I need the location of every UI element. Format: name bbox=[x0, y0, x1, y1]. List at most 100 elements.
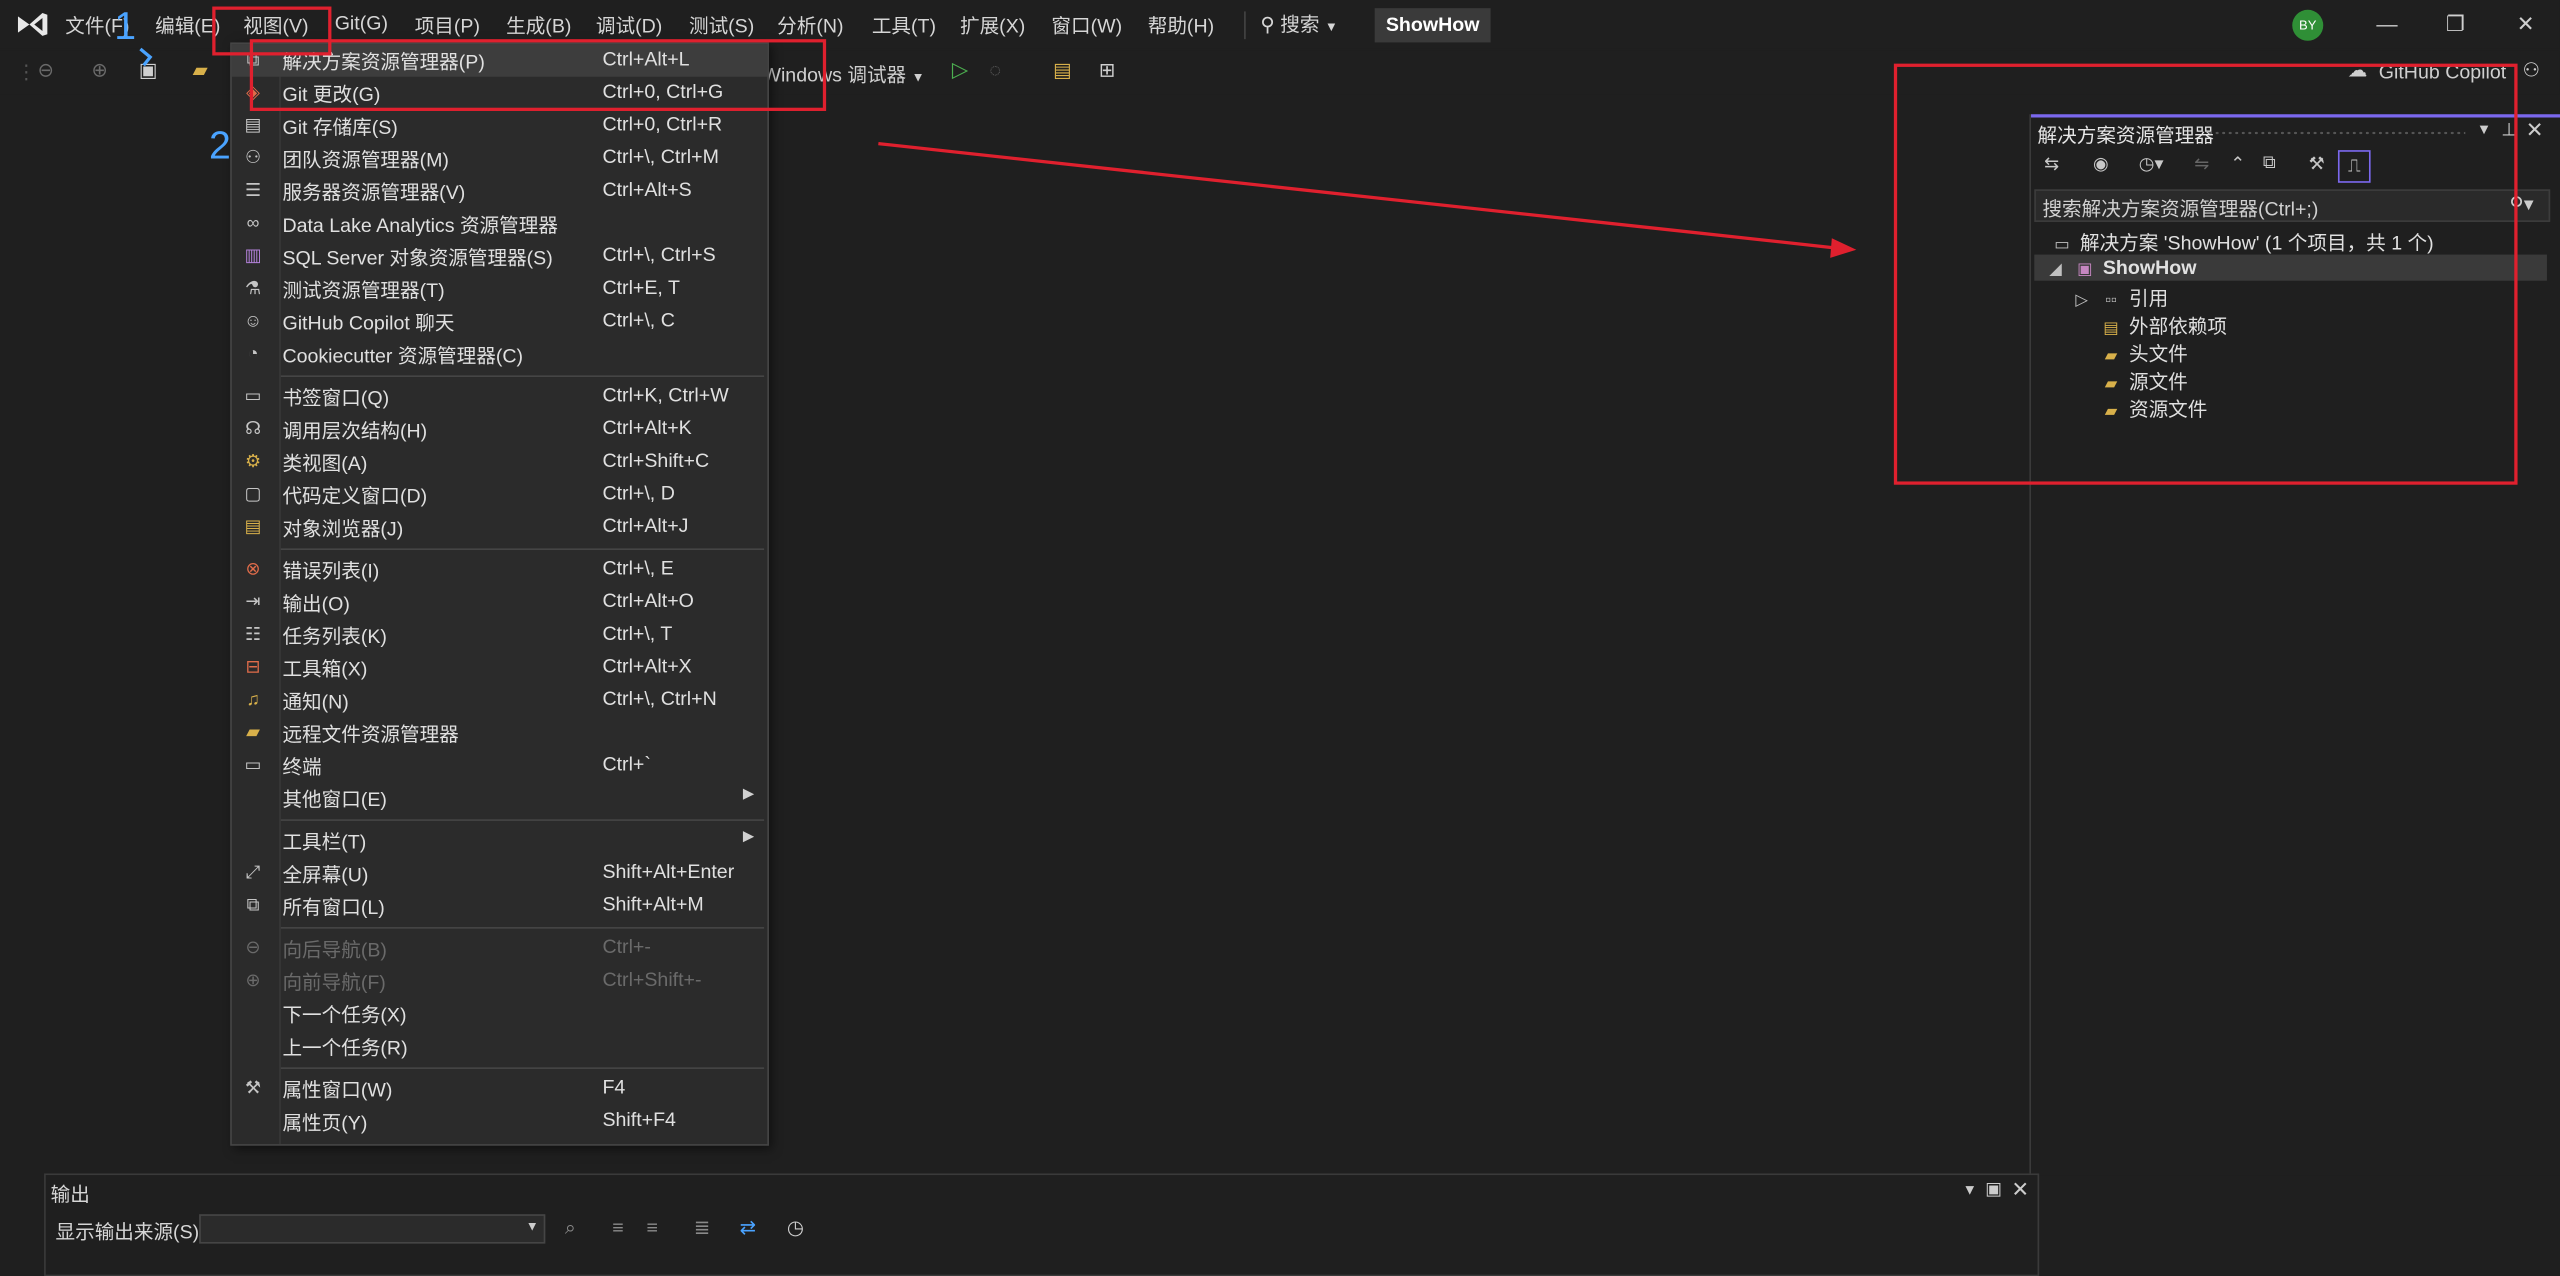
menu-item-error-list[interactable]: ⊗ 错误列表(I) Ctrl+\, E bbox=[232, 553, 768, 586]
toolbox-icon: ⊟ bbox=[245, 657, 261, 678]
forward-icon[interactable]: ⊕ bbox=[91, 59, 107, 82]
menu-build[interactable]: 生成(B) bbox=[506, 11, 571, 39]
menu-item-output[interactable]: ⇥ 输出(O) Ctrl+Alt+O bbox=[232, 586, 768, 619]
grip-icon: ⋮ bbox=[16, 60, 36, 84]
menu-item-shortcut: Ctrl+Shift+C bbox=[602, 448, 710, 472]
menu-separator bbox=[280, 548, 765, 551]
output-panel: 输出 ▼ ▣ ✕ 显示输出来源(S): ▼ ⌕ ≡ ≡ ≣ ⇄ ◷ bbox=[44, 1173, 2040, 1276]
menu-item-navigate-back: ⊖ 向后导航(B) Ctrl+- bbox=[232, 932, 768, 965]
menu-item-call-hierarchy[interactable]: ☊ 调用层次结构(H) Ctrl+Alt+K bbox=[232, 413, 768, 446]
clock-icon[interactable]: ◷ bbox=[787, 1216, 804, 1239]
minimize-icon[interactable]: — bbox=[2371, 11, 2404, 35]
open-folder-icon[interactable]: ▰ bbox=[193, 59, 208, 82]
word-wrap-icon[interactable]: ⇄ bbox=[740, 1216, 756, 1239]
menu-item-prev-task[interactable]: 上一个任务(R) bbox=[232, 1030, 768, 1063]
back-icon[interactable]: ⊖ bbox=[38, 59, 54, 82]
menu-item-shortcut: Ctrl+Alt+S bbox=[602, 177, 692, 201]
menu-item-label: 类视图(A) bbox=[282, 452, 368, 475]
menu-item-sql-server[interactable]: ▥ SQL Server 对象资源管理器(S) Ctrl+\, Ctrl+S bbox=[232, 240, 768, 273]
menu-item-label: 代码定义窗口(D) bbox=[282, 484, 428, 508]
feedback-icon[interactable]: ⚇ bbox=[2522, 59, 2540, 82]
folder-icon[interactable]: ▤ bbox=[1053, 59, 1072, 82]
menu-item-shortcut: Ctrl+Alt+J bbox=[602, 514, 689, 537]
menu-item-bookmarks[interactable]: ▭ 书签窗口(Q) Ctrl+K, Ctrl+W bbox=[232, 380, 768, 413]
menu-item-shortcut: Ctrl+\, C bbox=[602, 308, 675, 332]
hot-reload-icon[interactable]: ◌ bbox=[989, 59, 1001, 82]
close-icon[interactable]: ✕ bbox=[2526, 118, 2544, 144]
menu-analyze[interactable]: 分析(N) bbox=[777, 11, 843, 39]
next-message-icon[interactable]: ≡ bbox=[647, 1216, 658, 1239]
menu-item-data-lake[interactable]: ∞ Data Lake Analytics 资源管理器 bbox=[232, 207, 768, 240]
menu-item-other-windows[interactable]: 其他窗口(E) ▶ bbox=[232, 782, 768, 815]
menu-window[interactable]: 窗口(W) bbox=[1051, 11, 1122, 39]
menu-item-class-view[interactable]: ⚙ 类视图(A) Ctrl+Shift+C bbox=[232, 446, 768, 479]
menu-git[interactable]: Git(G) bbox=[335, 11, 388, 34]
menu-item-toolbox[interactable]: ⊟ 工具箱(X) Ctrl+Alt+X bbox=[232, 651, 768, 684]
solution-name-badge: ShowHow bbox=[1374, 8, 1491, 43]
menu-item-terminal[interactable]: ▭ 终端 Ctrl+` bbox=[232, 749, 768, 782]
menu-test[interactable]: 测试(S) bbox=[689, 11, 754, 39]
new-item-icon[interactable]: ▣ bbox=[139, 59, 158, 82]
close-icon[interactable]: ✕ bbox=[2011, 1177, 2029, 1203]
menu-extensions[interactable]: 扩展(X) bbox=[960, 11, 1025, 39]
find-in-output-icon[interactable]: ⌕ bbox=[565, 1216, 576, 1240]
nav-forward-icon: ⊕ bbox=[245, 971, 261, 991]
menu-help[interactable]: 帮助(H) bbox=[1148, 11, 1214, 39]
start-debug-icon[interactable]: ▷ bbox=[952, 57, 968, 83]
menu-item-fullscreen[interactable]: ⤢ 全屏幕(U) Shift+Alt+Enter bbox=[232, 857, 768, 890]
close-icon[interactable]: ✕ bbox=[2509, 11, 2542, 37]
menu-item-all-windows[interactable]: ⧉ 所有窗口(L) Shift+Alt+M bbox=[232, 889, 768, 922]
menu-item-next-task[interactable]: 下一个任务(X) bbox=[232, 997, 768, 1030]
menu-item-shortcut: Ctrl+- bbox=[602, 935, 651, 959]
menu-edit[interactable]: 编辑(E) bbox=[155, 11, 220, 39]
git-repo-icon: ▤ bbox=[244, 115, 262, 136]
nav-back-icon: ⊖ bbox=[245, 938, 261, 959]
menu-item-cookiecutter[interactable]: ◔ Cookiecutter 资源管理器(C) bbox=[232, 338, 768, 371]
menu-item-copilot-chat[interactable]: ☺ GitHub Copilot 聊天 Ctrl+\, C bbox=[232, 305, 768, 338]
menu-item-shortcut: F4 bbox=[602, 1075, 626, 1099]
maximize-icon[interactable]: ▣ bbox=[1985, 1178, 2002, 1200]
error-list-icon: ⊗ bbox=[245, 559, 261, 580]
menu-item-properties-window[interactable]: ⚒ 属性窗口(W) F4 bbox=[232, 1072, 768, 1105]
output-source-select[interactable]: ▼ bbox=[199, 1214, 546, 1244]
menu-item-shortcut: Ctrl+\, T bbox=[602, 621, 673, 645]
chevron-down-icon[interactable]: ▼ bbox=[1962, 1182, 1977, 1198]
menu-item-label: 调用层次结构(H) bbox=[282, 419, 428, 443]
menu-item-team-explorer[interactable]: ⚇ 团队资源管理器(M) Ctrl+\, Ctrl+M bbox=[232, 142, 768, 175]
restore-icon[interactable]: ❐ bbox=[2439, 11, 2472, 37]
window-layout-icon[interactable]: ⊞ bbox=[1099, 59, 1115, 82]
bell-icon: ♫ bbox=[246, 690, 260, 710]
prev-message-icon[interactable]: ≡ bbox=[612, 1216, 623, 1239]
menu-item-label: 书签窗口(Q) bbox=[282, 386, 390, 410]
menu-separator bbox=[280, 1067, 765, 1069]
menu-item-label: Cookiecutter 资源管理器(C) bbox=[282, 344, 524, 368]
menu-project[interactable]: 项目(P) bbox=[415, 11, 480, 39]
menu-item-object-browser[interactable]: ▤ 对象浏览器(J) Ctrl+Alt+J bbox=[232, 511, 768, 544]
menu-separator bbox=[280, 819, 765, 821]
menu-item-notifications[interactable]: ♫ 通知(N) Ctrl+\, Ctrl+N bbox=[232, 684, 768, 717]
menu-item-test-explorer[interactable]: ⚗ 测试资源管理器(T) Ctrl+E, T bbox=[232, 273, 768, 306]
menu-item-task-list[interactable]: ☷ 任务列表(K) Ctrl+\, T bbox=[232, 619, 768, 652]
menu-tools[interactable]: 工具(T) bbox=[872, 11, 936, 39]
clear-all-icon[interactable]: ≣ bbox=[694, 1216, 710, 1239]
avatar[interactable]: BY bbox=[2292, 9, 2324, 41]
menu-item-label: 远程文件资源管理器 bbox=[282, 722, 459, 746]
class-view-icon: ⚙ bbox=[244, 452, 262, 472]
menu-item-remote-files[interactable]: ▰ 远程文件资源管理器 bbox=[232, 716, 768, 749]
search-button[interactable]: ⚲ 搜索 ▼ bbox=[1260, 10, 1337, 38]
menu-item-property-pages[interactable]: 属性页(Y) Shift+F4 bbox=[232, 1105, 768, 1138]
view-menu-dropdown: ⧉ 解决方案资源管理器(P) Ctrl+Alt+L ◈ Git 更改(G) Ctrl+0… bbox=[230, 42, 769, 1146]
menu-item-server-explorer[interactable]: ☰ 服务器资源管理器(V) Ctrl+Alt+S bbox=[232, 175, 768, 208]
menu-item-toolbars[interactable]: 工具栏(T) ▶ bbox=[232, 824, 768, 857]
menu-item-code-definition[interactable]: ▢ 代码定义窗口(D) Ctrl+\, D bbox=[232, 478, 768, 511]
menu-debug[interactable]: 调试(D) bbox=[596, 11, 662, 39]
menu-item-label: 通知(N) bbox=[282, 690, 349, 714]
menu-separator bbox=[280, 927, 765, 929]
menu-item-label: 工具栏(T) bbox=[282, 830, 367, 854]
menu-item-label: 向前导航(F) bbox=[282, 971, 386, 994]
sql-server-icon: ▥ bbox=[244, 246, 262, 267]
fullscreen-icon: ⤢ bbox=[245, 863, 261, 883]
menu-item-label: 属性页(Y) bbox=[282, 1111, 368, 1135]
output-title: 输出 bbox=[50, 1183, 90, 1207]
menu-item-git-repo[interactable]: ▤ Git 存储库(S) Ctrl+0, Ctrl+R bbox=[232, 109, 768, 142]
